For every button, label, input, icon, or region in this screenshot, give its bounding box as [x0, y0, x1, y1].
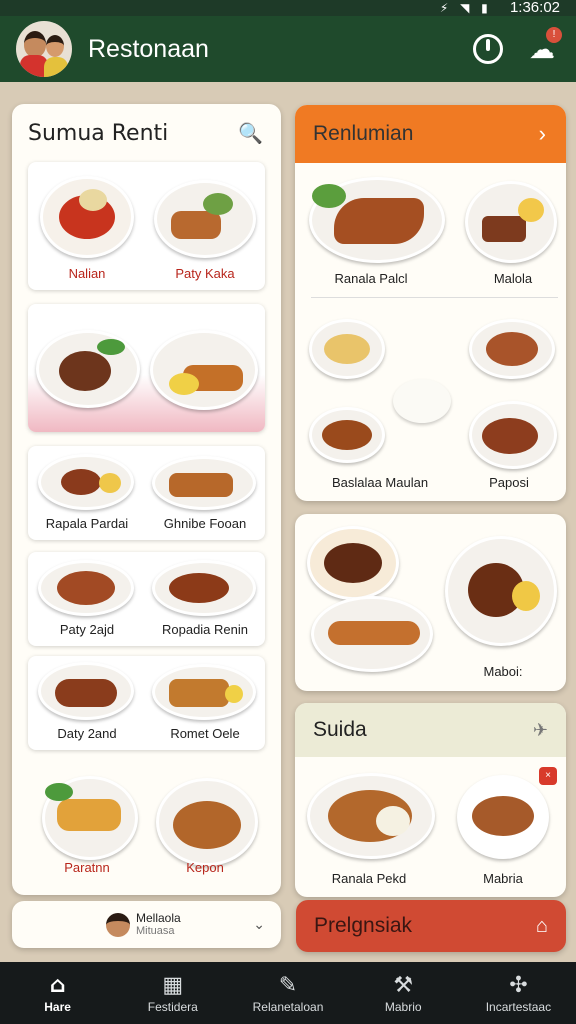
- user-selector[interactable]: Mellaola Mituasa ⌄: [12, 901, 281, 948]
- menu-list-card: Sumua Renti 🔍 Nalian Paty Kaka Rapala Pa…: [12, 104, 281, 895]
- user-subtitle: Mituasa: [136, 924, 175, 937]
- menu-list-title: Sumua Renti: [28, 120, 169, 146]
- dish-tile[interactable]: Paratnn Kepon: [28, 764, 265, 882]
- nav-label: Relanetaloan: [252, 1000, 324, 1014]
- dish-image: [36, 330, 140, 408]
- dish-image: [445, 536, 557, 646]
- dish-label: Maboi:: [483, 664, 523, 679]
- dish-label: Paratnn: [64, 860, 110, 875]
- power-button[interactable]: [468, 29, 508, 69]
- dish-label: Malola: [493, 271, 533, 286]
- dish-image[interactable]: [469, 401, 557, 469]
- user-avatar: [106, 912, 130, 937]
- apps-icon: ✣: [509, 973, 528, 998]
- nav-item-mabrio[interactable]: ⚒ Mabrio: [346, 962, 461, 1024]
- search-icon[interactable]: 🔍: [238, 121, 263, 145]
- dish-feature-card[interactable]: Maboi:: [295, 514, 566, 691]
- dish-tile[interactable]: [28, 304, 265, 432]
- dish-tile[interactable]: Daty 2and Romet Oele: [28, 656, 265, 750]
- dish-label: Ropadia Renin: [161, 622, 248, 637]
- app-title: Restonaan: [88, 34, 209, 63]
- user-name: Mellaola: [136, 910, 181, 925]
- dish-image: [38, 662, 134, 720]
- bottom-nav: ⌂ Hare ▦ Festidera ✎ Relanetaloan ⚒ Mabr…: [0, 962, 576, 1024]
- dish-tile[interactable]: Nalian Paty Kaka: [28, 162, 265, 290]
- nav-label: Incartestaac: [485, 1000, 552, 1014]
- home-outline-icon: ⌂: [535, 914, 548, 937]
- primary-action-button[interactable]: Prelgnsiak ⌂: [296, 900, 566, 952]
- status-icons: ⚡ ◥ ▮: [439, 1, 492, 15]
- suida-card: Suida ✈ × Ranala Pekd Mabria: [295, 703, 566, 897]
- suida-title: Suida: [313, 718, 367, 741]
- nav-label: Mabrio: [384, 1000, 422, 1014]
- featured-card: Renlumian › Ranala Palcl Malola Baslalaa…: [295, 105, 566, 501]
- dish-image: [40, 176, 134, 258]
- tools-icon: ⚒: [393, 973, 414, 998]
- dish-label: Nalian: [68, 266, 106, 281]
- dish-label: Ranala Pekd: [331, 871, 407, 886]
- nav-item-home[interactable]: ⌂ Hare: [0, 962, 115, 1024]
- chevron-right-icon[interactable]: ›: [539, 121, 546, 147]
- dish-tile[interactable]: Paty 2ajd Ropadia Renin: [28, 552, 265, 646]
- dish-label: Daty 2and: [57, 726, 117, 741]
- notification-badge: !: [546, 27, 562, 43]
- dish-image: [307, 526, 399, 600]
- dish-image: [156, 778, 258, 866]
- dish-image: [38, 454, 134, 510]
- power-icon: [473, 34, 503, 64]
- dish-image[interactable]: [307, 773, 435, 859]
- dish-image[interactable]: [309, 177, 445, 263]
- dish-image: [152, 560, 256, 616]
- pin-icon[interactable]: ✈: [533, 720, 548, 741]
- close-badge[interactable]: ×: [539, 767, 557, 785]
- dish-image[interactable]: [309, 319, 385, 379]
- dish-label: Baslalaa Maulan: [331, 475, 429, 490]
- featured-title: Renlumian: [313, 122, 414, 145]
- dish-image[interactable]: [457, 775, 549, 859]
- dish-label: Rapala Pardai: [45, 516, 129, 531]
- dish-image: [152, 664, 256, 720]
- primary-action-label: Prelgnsiak: [314, 914, 413, 937]
- dish-image: [152, 456, 256, 510]
- dish-image: [154, 180, 256, 258]
- rice-image: [393, 379, 451, 423]
- dish-image: [42, 776, 138, 860]
- dish-label: Kepon: [186, 860, 224, 875]
- nav-item-festidera[interactable]: ▦ Festidera: [115, 962, 230, 1024]
- chevron-down-icon[interactable]: ⌄: [253, 916, 265, 933]
- dish-label: Mabria: [483, 871, 523, 886]
- dish-tile[interactable]: Rapala Pardai Ghnibe Fooan: [28, 446, 265, 540]
- dish-label: Ranala Palcl: [334, 271, 408, 286]
- grid-icon: ▦: [162, 973, 184, 998]
- dish-image: [150, 330, 258, 410]
- dish-label: Paty Kaka: [175, 266, 235, 281]
- nav-label: Hare: [44, 1000, 71, 1014]
- app-bar: Restonaan ☁ !: [0, 16, 576, 82]
- divider: [311, 297, 558, 298]
- nav-label: Festidera: [147, 1000, 198, 1014]
- notification-button[interactable]: ☁ !: [522, 27, 562, 69]
- nav-item-relanetaloan[interactable]: ✎ Relanetaloan: [230, 962, 345, 1024]
- dish-label: Ghnibe Fooan: [163, 516, 247, 531]
- nav-item-incartestaac[interactable]: ✣ Incartestaac: [461, 962, 576, 1024]
- dish-image: [38, 560, 134, 616]
- dish-image[interactable]: [309, 407, 385, 463]
- status-time: 1:36:02: [509, 0, 560, 16]
- dish-image[interactable]: [465, 181, 557, 263]
- dish-image: [311, 596, 433, 672]
- dish-image[interactable]: [469, 319, 555, 379]
- app-avatar[interactable]: [16, 21, 72, 77]
- dish-label: Romet Oele: [170, 726, 240, 741]
- dish-label: Paposi: [489, 475, 529, 490]
- status-bar: ⚡ ◥ ▮ 1:36:02: [0, 0, 576, 16]
- edit-icon: ✎: [278, 973, 298, 998]
- home-icon: ⌂: [49, 973, 66, 998]
- dish-label: Paty 2ajd: [59, 622, 115, 637]
